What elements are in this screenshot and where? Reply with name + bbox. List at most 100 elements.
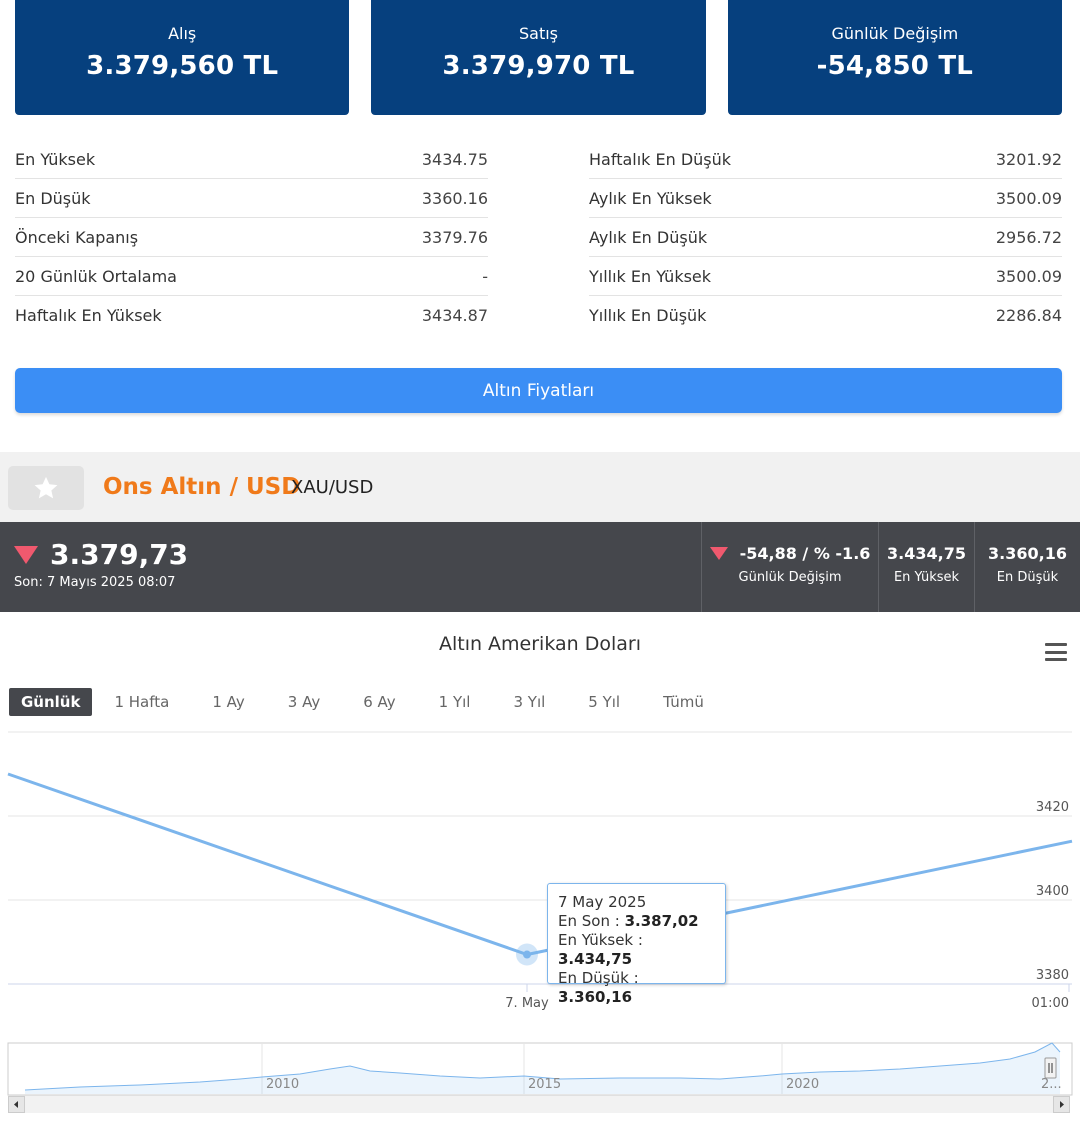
chart-title: Altın Amerikan Doları <box>438 633 642 655</box>
series-line <box>7 772 1073 957</box>
stat-value: 3500.09 <box>995 266 1062 286</box>
stat-label: En Düşük <box>15 188 91 208</box>
stat-label: Yıllık En Yüksek <box>589 266 712 286</box>
last-update: Son: 7 Mayıs 2025 08:07 <box>14 575 176 590</box>
range-button-6-months[interactable]: 6 Ay <box>351 688 407 716</box>
current-price-block: 3.379,73 Son: 7 Mayıs 2025 08:07 <box>14 538 188 590</box>
stats-left-column: En Yüksek 3434.75 En Düşük 3360.16 Önceki … <box>15 140 488 335</box>
chart-series <box>7 772 1073 966</box>
sell-value: 3.379,970 TL <box>442 51 635 81</box>
navigator-scrollbar[interactable] <box>8 1095 1070 1113</box>
stat-row: 20 Günlük Ortalama - <box>15 257 488 296</box>
tooltip-low-label: En Düşük : <box>558 969 639 987</box>
range-button-daily[interactable]: Günlük <box>9 688 93 716</box>
high-label: En Yüksek <box>893 570 960 585</box>
gold-prices-button[interactable]: Altın Fiyatları <box>15 368 1062 413</box>
sell-label: Satış <box>518 24 558 43</box>
high-box: 3.434,75 En Yüksek <box>878 522 974 612</box>
price-cards: Alış 3.379,560 TL Satış 3.379,970 TL Gün… <box>15 0 1062 115</box>
data-point <box>523 950 531 959</box>
star-icon <box>34 476 58 499</box>
instrument-header: Ons Altın / USD XAU/USD <box>0 452 1080 522</box>
favorite-button[interactable] <box>8 466 84 510</box>
instrument-symbol: XAU/USD <box>291 477 374 498</box>
low-value: 3.360,16 <box>988 544 1067 563</box>
x-tick-label: 01:00 <box>1032 996 1069 1011</box>
daily-change-box: -54,88 / % -1.6 Günlük Değişim <box>701 522 878 612</box>
down-arrow-icon <box>709 547 728 560</box>
y-tick-label: 3420 <box>1036 800 1069 815</box>
stats-right-column: Haftalık En Düşük 3201.92 Aylık En Yüksek… <box>589 140 1062 335</box>
stat-value: 3434.87 <box>421 306 488 325</box>
daily-change-label: Günlük Değişim <box>831 24 959 43</box>
scroll-right-button[interactable] <box>1053 1096 1070 1113</box>
stat-row: Haftalık En Yüksek 3434.87 <box>15 296 488 335</box>
chart-grid <box>8 815 1072 985</box>
buy-label: Alış <box>168 24 197 43</box>
scroll-left-button[interactable] <box>8 1096 25 1113</box>
instrument-name: Ons Altın / USD <box>103 474 301 500</box>
tooltip-close-value: 3.387,02 <box>624 912 699 930</box>
stat-label: Aylık En Yüksek <box>589 188 712 208</box>
navigator-label: 2... <box>1041 1077 1062 1092</box>
navigator[interactable]: 2010 2015 2020 2... <box>7 1042 1073 1096</box>
stat-row: Haftalık En Düşük 3201.92 <box>589 140 1062 179</box>
current-price: 3.379,73 <box>50 538 189 571</box>
navigator-label: 2020 <box>786 1077 819 1092</box>
range-button-1-year[interactable]: 1 Yıl <box>427 688 483 716</box>
down-arrow-icon <box>14 545 38 564</box>
stat-row: En Yüksek 3434.75 <box>15 140 488 179</box>
stat-value: 3500.09 <box>995 188 1062 208</box>
daily-change-value: -54,88 / % -1.6 <box>739 544 871 563</box>
range-button-all[interactable]: Tümü <box>651 688 716 716</box>
stat-value: 2286.84 <box>995 306 1062 325</box>
price-bar: 3.379,73 Son: 7 Mayıs 2025 08:07 -54,88 … <box>0 522 1080 612</box>
navigator-label: 2010 <box>266 1077 299 1092</box>
stat-label: 20 Günlük Ortalama <box>15 266 177 286</box>
stat-row: Yıllık En Yüksek 3500.09 <box>589 257 1062 296</box>
tooltip-close-label: En Son : <box>558 912 625 930</box>
chevron-left-icon <box>14 1101 18 1108</box>
stat-value: 3434.75 <box>421 149 488 169</box>
high-value: 3.434,75 <box>887 544 966 563</box>
tooltip-low-value: 3.360,16 <box>558 988 633 1006</box>
range-button-3-months[interactable]: 3 Ay <box>276 688 332 716</box>
stat-label: En Yüksek <box>15 149 96 169</box>
stat-row: Aylık En Yüksek 3500.09 <box>589 179 1062 218</box>
daily-change-value: -54,850 TL <box>816 51 974 81</box>
range-button-1-month[interactable]: 1 Ay <box>200 688 256 716</box>
range-button-1-week[interactable]: 1 Hafta <box>102 688 181 716</box>
stat-value: - <box>482 266 488 286</box>
stat-row: En Düşük 3360.16 <box>15 179 488 218</box>
stat-label: Aylık En Düşük <box>589 227 708 247</box>
x-tick-label: 7. May <box>505 996 549 1011</box>
tooltip-high-value: 3.434,75 <box>558 950 633 968</box>
range-button-3-years[interactable]: 3 Yıl <box>501 688 557 716</box>
navigator-handle <box>1044 1057 1057 1079</box>
navigator-label: 2015 <box>528 1077 561 1092</box>
stat-value: 3379.76 <box>421 227 488 247</box>
chart-tooltip: 7 May 2025 En Son : 3.387,02 En Yüksek :… <box>547 883 726 1006</box>
range-button-5-years[interactable]: 5 Yıl <box>576 688 632 716</box>
sell-card: Satış 3.379,970 TL <box>371 0 706 115</box>
stat-value: 3360.16 <box>421 188 488 208</box>
buy-card: Alış 3.379,560 TL <box>15 0 350 115</box>
low-label: En Düşük <box>996 570 1059 585</box>
stat-label: Önceki Kapanış <box>15 227 139 247</box>
y-axis-labels: 3380 3400 3420 <box>1036 800 1069 983</box>
stats-table: En Yüksek 3434.75 En Düşük 3360.16 Önceki … <box>15 140 1062 335</box>
low-box: 3.360,16 En Düşük <box>974 522 1080 612</box>
buy-value: 3.379,560 TL <box>86 51 279 81</box>
stat-label: Yıllık En Düşük <box>589 306 707 325</box>
stat-label: Haftalık En Düşük <box>589 149 732 169</box>
stat-row: Aylık En Düşük 2956.72 <box>589 218 1062 257</box>
range-selector: Günlük 1 Hafta 1 Ay 3 Ay 6 Ay 1 Yıl 3 Yı… <box>9 688 735 716</box>
y-tick-label: 3380 <box>1036 968 1069 983</box>
hamburger-menu-icon[interactable] <box>1045 643 1067 661</box>
y-tick-label: 3400 <box>1036 884 1069 899</box>
chevron-right-icon <box>1060 1101 1064 1108</box>
price-chart: 3380 3400 3420 7. May 01:00 2010 2015 2020 2..… <box>7 731 1073 1096</box>
daily-change-label: Günlük Değişim <box>738 570 842 585</box>
stat-label: Haftalık En Yüksek <box>15 306 162 325</box>
daily-change-card: Günlük Değişim -54,850 TL <box>727 0 1062 115</box>
